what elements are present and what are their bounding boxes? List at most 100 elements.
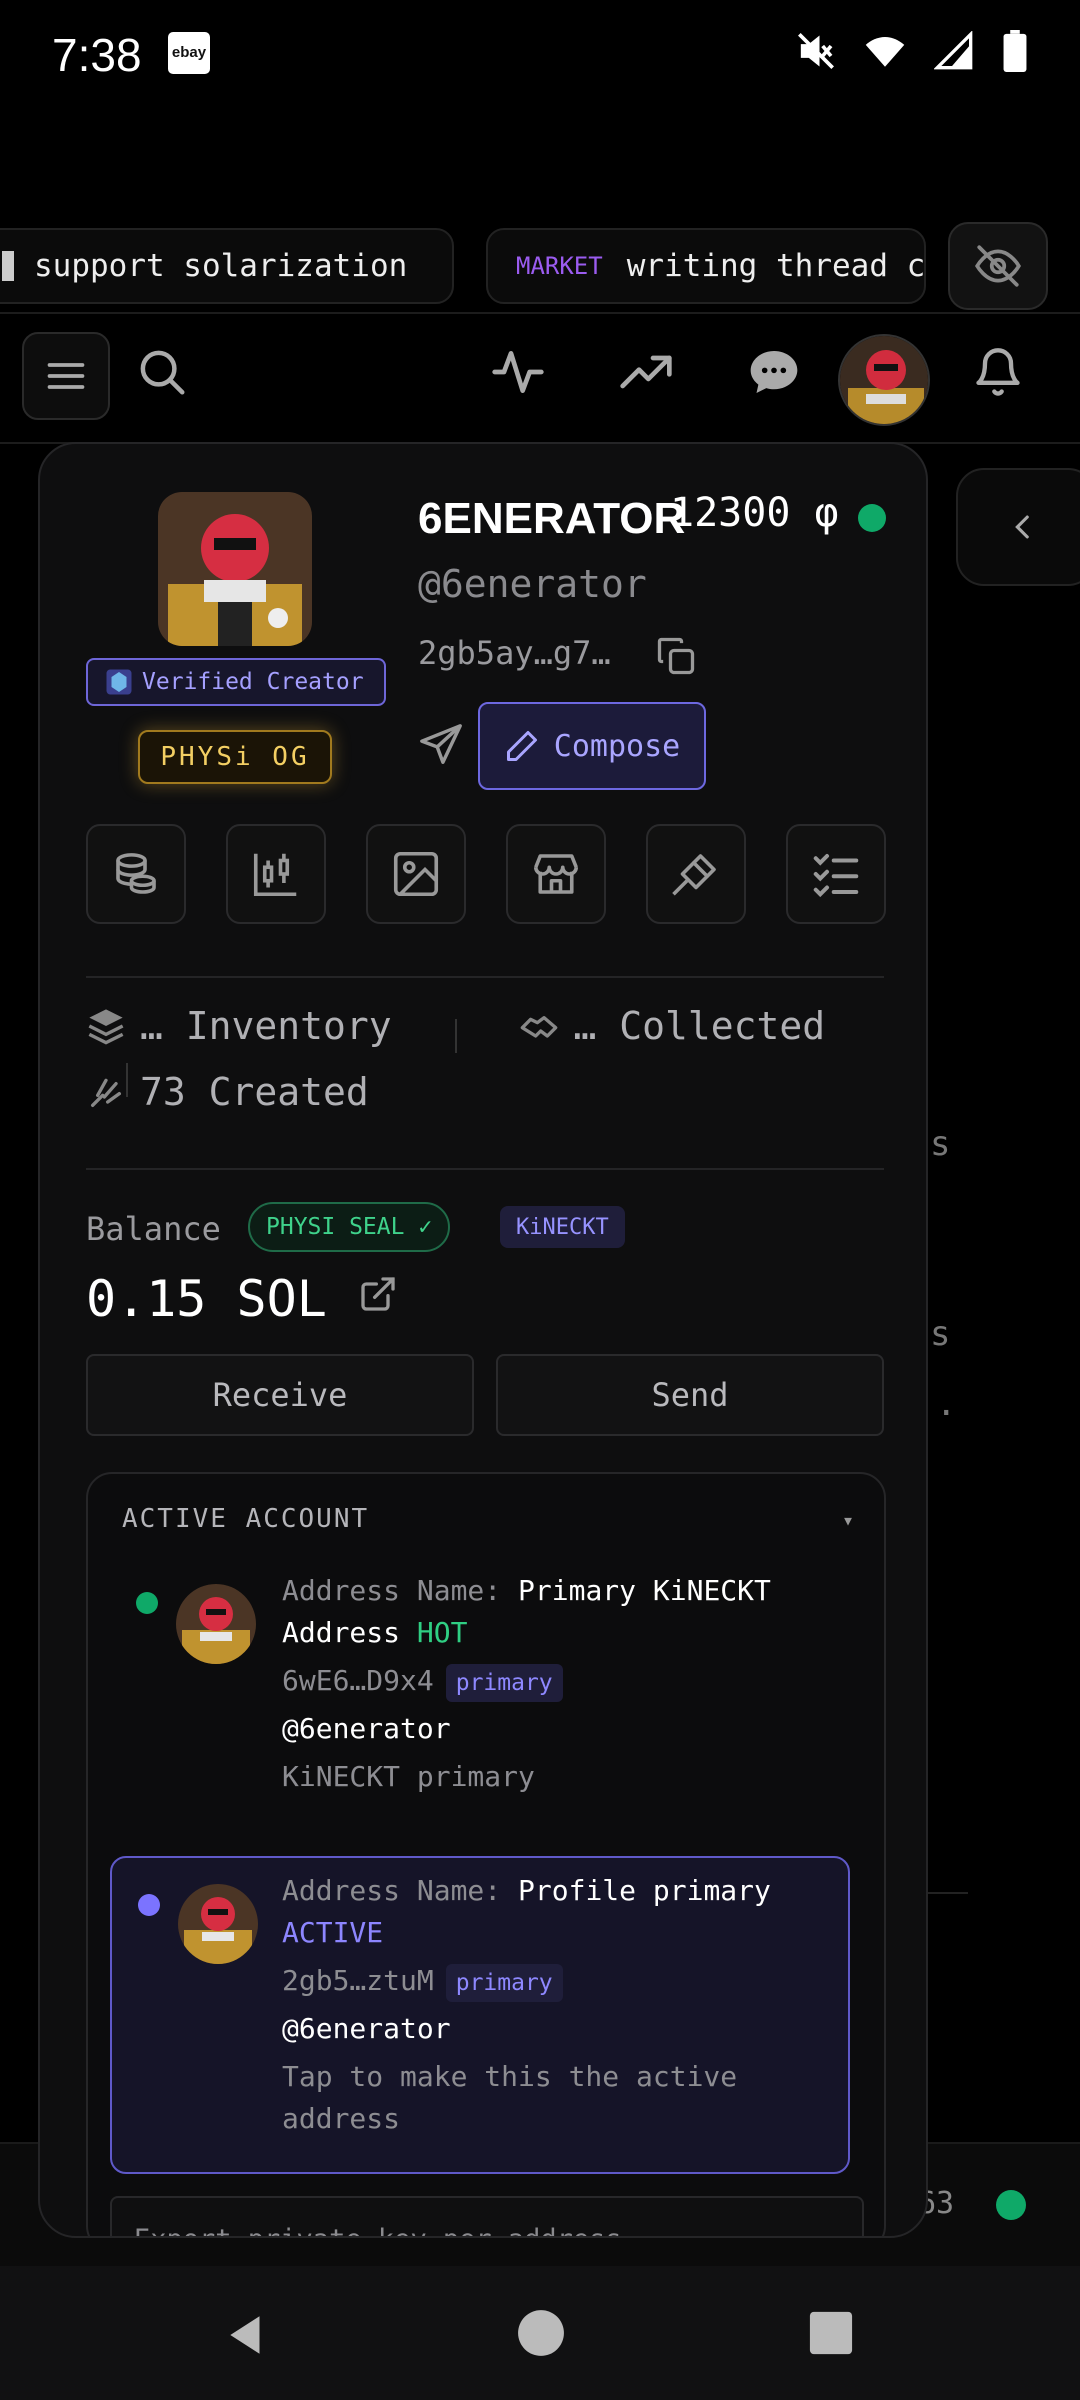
background-text: s <box>930 1124 951 1164</box>
hand-sparkle-icon <box>91 1078 122 1107</box>
activity-button[interactable] <box>488 342 548 402</box>
status-bar: 7:38 ebay <box>0 0 1080 112</box>
account-note: Tap to make this the active address <box>282 2060 738 2135</box>
divider <box>928 1892 968 1894</box>
inventory-stat[interactable]: … Inventory <box>86 1004 392 1048</box>
status-time: 7:38 <box>52 29 142 81</box>
profile-panel: Verified Creator PHYSi OG 6ENERATOR 1230… <box>38 442 928 2238</box>
copy-icon <box>657 637 695 675</box>
ticker-item[interactable]: support solarization <box>0 228 454 304</box>
background-text: s <box>930 1314 951 1354</box>
inventory-label: … Inventory <box>140 1004 392 1048</box>
search-icon <box>140 350 185 395</box>
tool-image-button[interactable] <box>366 824 466 924</box>
trending-button[interactable] <box>616 342 676 402</box>
verified-creator-badge: Verified Creator <box>86 658 386 706</box>
send-button[interactable]: Send <box>496 1354 884 1436</box>
account-status-dot <box>138 1894 160 1916</box>
online-status-dot <box>858 504 886 532</box>
tool-coins-button[interactable] <box>86 824 186 924</box>
chevron-down-icon[interactable]: ▾ <box>842 1508 854 1532</box>
hide-ticker-button[interactable] <box>948 222 1048 310</box>
handshake-icon <box>521 1016 558 1038</box>
collected-stat[interactable]: … Collected <box>519 1004 825 1048</box>
notifications-button[interactable] <box>968 342 1028 402</box>
home-icon[interactable] <box>516 2308 566 2358</box>
active-account-panel: ACTIVE ACCOUNT ▾ Address Name: Primary K… <box>86 1472 886 2236</box>
address-name-label: Address Name: <box>282 1574 502 1607</box>
image-icon <box>393 851 439 897</box>
menu-icon <box>47 363 85 389</box>
send-message-button[interactable] <box>418 722 466 770</box>
paper-plane-icon <box>420 724 462 764</box>
avatar <box>158 492 312 646</box>
physi-seal-badge: PHYSI SEAL ✓ <box>248 1202 451 1252</box>
ticker-item[interactable]: MARKET writing thread c <box>486 228 926 304</box>
back-icon[interactable] <box>222 2310 272 2360</box>
wifi-icon <box>865 37 905 67</box>
ticker-text: support solarization <box>34 248 408 284</box>
ticker-text: writing thread c <box>626 248 926 284</box>
ticker-edge <box>2 251 14 281</box>
verified-icon <box>106 669 132 695</box>
ticker-bar: support solarization MARKET writing thre… <box>0 222 1080 310</box>
export-private-key-button[interactable]: Export private key per address → <box>110 2196 864 2236</box>
avatar <box>178 1884 258 1964</box>
profile-avatar[interactable] <box>158 492 312 646</box>
bell-icon <box>976 348 1020 396</box>
coins-icon <box>116 853 156 894</box>
profile-avatar-button[interactable] <box>838 334 930 426</box>
primary-chip: primary <box>445 1664 563 1702</box>
divider <box>86 1168 884 1170</box>
copy-address-button[interactable] <box>654 634 698 678</box>
account-details: Address Name: Profile primary ACTIVE 2gb… <box>282 1870 842 2140</box>
account-status-dot <box>136 1592 158 1614</box>
chat-button[interactable] <box>744 342 804 402</box>
receive-button[interactable]: Receive <box>86 1354 474 1436</box>
battery-icon <box>1003 30 1027 72</box>
signal-icon <box>934 31 973 70</box>
account-status: HOT <box>416 1616 468 1649</box>
eye-off-icon <box>975 245 1021 287</box>
ebay-notification-icon: ebay <box>168 32 210 74</box>
tool-store-button[interactable] <box>506 824 606 924</box>
chevron-left-icon <box>1015 515 1029 539</box>
display-name: 6ENERATOR <box>418 494 686 543</box>
menu-button[interactable] <box>22 332 110 420</box>
tool-auction-button[interactable] <box>646 824 746 924</box>
network-badge: KiNECKT <box>500 1206 625 1248</box>
divider <box>86 976 884 978</box>
created-stat[interactable]: 73 Created <box>86 1070 369 1114</box>
address-name: Profile primary <box>518 1874 771 1907</box>
account-item[interactable]: Address Name: Profile primary ACTIVE 2gb… <box>110 1856 850 2174</box>
verified-label: Verified Creator <box>142 669 364 695</box>
account-status: ACTIVE <box>282 1916 384 1949</box>
user-handle: @6enerator <box>418 562 647 606</box>
tool-chart-button[interactable] <box>226 824 326 924</box>
recents-icon[interactable] <box>808 2310 854 2356</box>
system-nav-bar <box>0 2266 1080 2400</box>
created-label: 73 Created <box>140 1070 369 1114</box>
primary-chip: primary <box>445 1964 563 2002</box>
chat-icon <box>750 351 798 393</box>
ticker-tag: MARKET <box>516 252 603 280</box>
external-link-icon <box>361 1277 395 1311</box>
candlestick-chart-icon <box>253 853 297 897</box>
active-account-header[interactable]: ACTIVE ACCOUNT <box>122 1504 369 1534</box>
status-dot <box>996 2190 1026 2220</box>
collapse-sidebar-button[interactable] <box>956 468 1080 586</box>
wallet-address: 2gb5ay…g7… <box>418 634 611 672</box>
search-button[interactable] <box>132 342 192 402</box>
account-handle: @6enerator <box>282 2012 451 2045</box>
mute-icon <box>798 33 834 69</box>
balance-amount: 0.15 SOL <box>86 1270 327 1328</box>
balance-label: Balance <box>86 1210 221 1248</box>
open-explorer-button[interactable] <box>358 1274 402 1318</box>
tool-checklist-button[interactable] <box>786 824 886 924</box>
account-note: KiNECKT primary <box>282 1760 535 1793</box>
avatar-image <box>176 1584 256 1664</box>
account-item[interactable]: Address Name: Primary KiNECKT Address HO… <box>110 1570 850 1820</box>
pencil-icon <box>506 731 537 761</box>
account-address: 2gb5…ztuM <box>282 1964 434 1997</box>
compose-button[interactable]: Compose <box>478 702 706 790</box>
